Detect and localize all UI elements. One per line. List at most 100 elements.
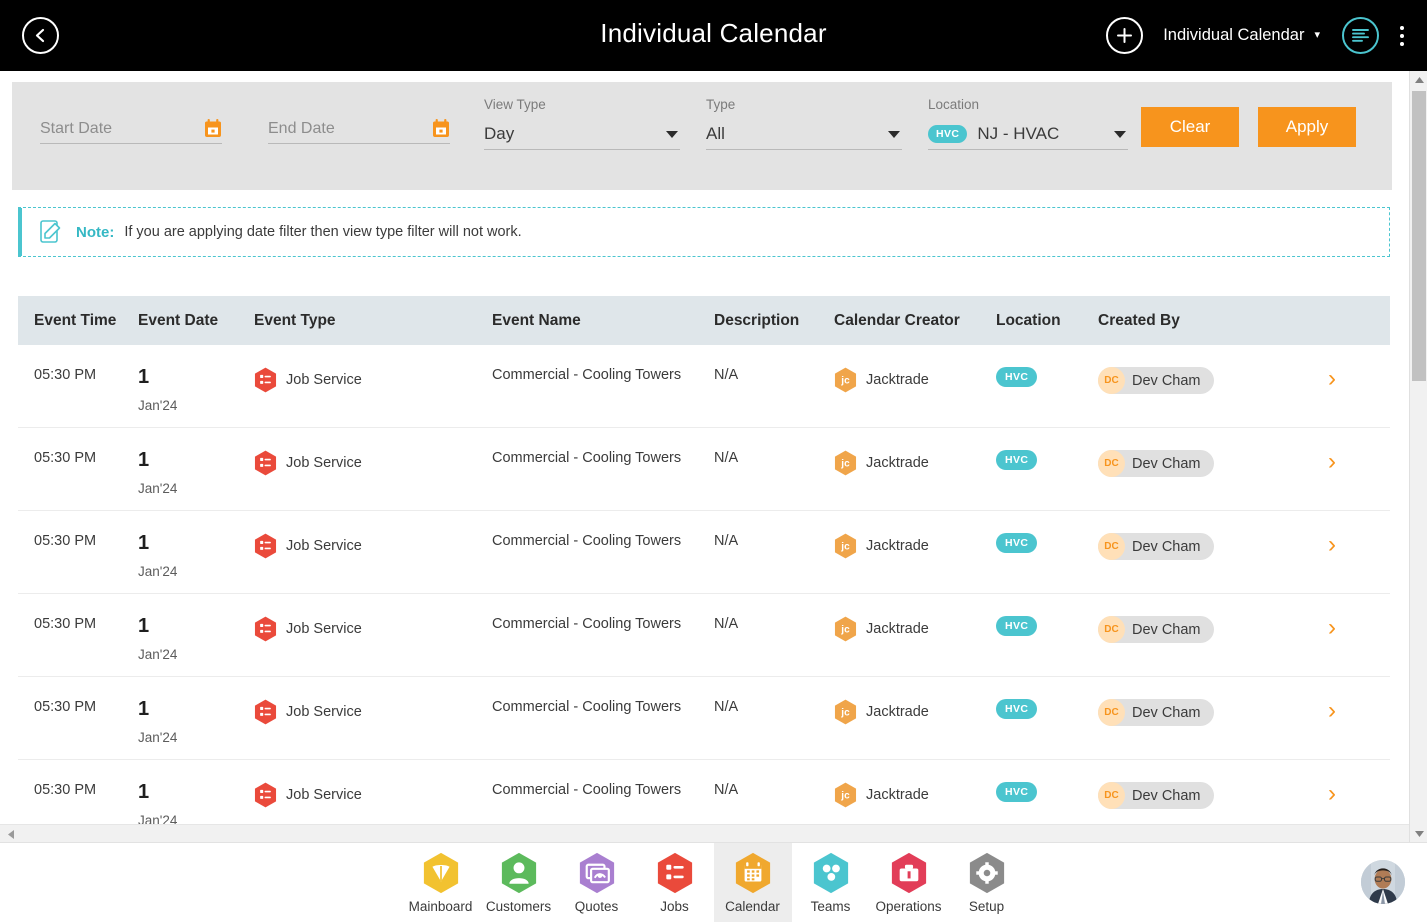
- created-by-chip: DC Dev Cham: [1098, 782, 1214, 809]
- event-type-label: Job Service: [286, 372, 362, 388]
- column-header-calendar-creator: Calendar Creator: [834, 311, 960, 329]
- cell-event-type: Job Service: [254, 760, 492, 808]
- start-date-field[interactable]: Start Date: [40, 114, 222, 144]
- created-by-initials: DC: [1098, 782, 1125, 809]
- calendar-selector-dropdown[interactable]: Individual Calendar ▾: [1163, 26, 1320, 45]
- cell-location: HVC: [996, 428, 1098, 470]
- scroll-up-button[interactable]: [1410, 71, 1427, 89]
- nav-item-label: Quotes: [574, 898, 619, 914]
- nav-item-operations[interactable]: Operations: [870, 843, 948, 922]
- cell-location: HVC: [996, 594, 1098, 636]
- nav-item-label: Calendar: [725, 898, 780, 914]
- table-row[interactable]: 05:30 PM 1 Jan'24 Job Service Commercial - C…: [18, 511, 1390, 594]
- table-row[interactable]: 05:30 PM 1 Jan'24 Job Service Commercial - C…: [18, 677, 1390, 760]
- event-date-month: Jan'24: [138, 730, 178, 745]
- filter-panel: Start Date End Date View Type Day Type A…: [12, 82, 1392, 190]
- row-expand-button[interactable]: ›: [1328, 511, 1390, 557]
- cell-created-by: DC Dev Cham: [1098, 760, 1328, 809]
- jacktrade-hex-icon: jc: [834, 616, 857, 642]
- jacktrade-hex-icon: jc: [834, 533, 857, 559]
- creator-label: Jacktrade: [866, 455, 929, 471]
- svg-text:jc: jc: [840, 707, 850, 718]
- table-row[interactable]: 05:30 PM 1 Jan'24 Job Service Commercial - C…: [18, 345, 1390, 428]
- avatar[interactable]: [1361, 860, 1405, 904]
- vertical-scrollbar-thumb[interactable]: [1412, 91, 1426, 381]
- created-by-name: Dev Cham: [1132, 704, 1201, 721]
- event-type-label: Job Service: [286, 621, 362, 637]
- caret-up-icon: [1414, 76, 1424, 83]
- nav-item-label: Setup: [968, 898, 1005, 914]
- scroll-left-button[interactable]: [2, 825, 20, 843]
- nav-item-teams[interactable]: Teams: [792, 843, 870, 922]
- location-pill: HVC: [996, 616, 1038, 636]
- cell-event-date: 1 Jan'24: [138, 760, 254, 828]
- creator-label: Jacktrade: [866, 704, 929, 720]
- location-select[interactable]: Location HVC NJ - HVAC: [928, 98, 1128, 150]
- apply-button[interactable]: Apply: [1258, 107, 1356, 147]
- cell-event-name: Commercial - Cooling Towers: [492, 782, 682, 798]
- location-pill: HVC: [996, 699, 1038, 719]
- add-button[interactable]: [1106, 17, 1144, 54]
- cell-description: N/A: [714, 533, 739, 549]
- table-row[interactable]: 05:30 PM 1 Jan'24 Job Service Commercial - C…: [18, 428, 1390, 511]
- event-date-day: 1: [138, 532, 150, 554]
- row-expand-button[interactable]: ›: [1328, 677, 1390, 723]
- operations-hex-icon: [890, 852, 928, 894]
- type-value: All: [706, 124, 725, 143]
- row-expand-button[interactable]: ›: [1328, 428, 1390, 474]
- nav-item-label: Operations: [875, 898, 942, 914]
- clear-button[interactable]: Clear: [1141, 107, 1239, 147]
- row-expand-button[interactable]: ›: [1328, 594, 1390, 640]
- cell-event-time: 05:30 PM: [34, 533, 97, 549]
- row-expand-button[interactable]: ›: [1328, 345, 1390, 391]
- location-pill: HVC: [996, 367, 1038, 387]
- cell-event-type: Job Service: [254, 677, 492, 725]
- nav-item-setup[interactable]: Setup: [948, 843, 1026, 922]
- created-by-name: Dev Cham: [1132, 621, 1201, 638]
- column-header-event-type: Event Type: [254, 311, 336, 329]
- vertical-scrollbar[interactable]: [1409, 71, 1427, 842]
- cell-event-date: 1 Jan'24: [138, 677, 254, 745]
- nav-item-mainboard[interactable]: Mainboard: [402, 843, 480, 922]
- calendar-icon[interactable]: [432, 119, 450, 138]
- more-options-button[interactable]: [1391, 17, 1413, 54]
- scroll-down-button[interactable]: [1410, 824, 1427, 842]
- created-by-name: Dev Cham: [1132, 372, 1201, 389]
- location-value: NJ - HVAC: [977, 124, 1060, 143]
- cell-description: N/A: [714, 367, 739, 383]
- nav-item-calendar[interactable]: Calendar: [713, 842, 792, 922]
- created-by-name: Dev Cham: [1132, 787, 1201, 804]
- event-date-day: 1: [138, 449, 150, 471]
- column-header-location: Location: [996, 311, 1061, 329]
- bottom-navigation: Mainboard Customers Quotes Jobs Calendar Team…: [0, 842, 1427, 922]
- end-date-label: End Date: [268, 119, 335, 137]
- cell-event-date: 1 Jan'24: [138, 428, 254, 496]
- nav-item-label: Mainboard: [408, 898, 473, 914]
- location-badge: HVC: [928, 125, 968, 143]
- nav-item-jobs[interactable]: Jobs: [636, 843, 714, 922]
- location-pill: HVC: [996, 533, 1038, 553]
- calendar-icon[interactable]: [204, 119, 222, 138]
- table-row[interactable]: 05:30 PM 1 Jan'24 Job Service Commercial - C…: [18, 594, 1390, 677]
- chevron-down-icon: ▾: [1314, 29, 1320, 41]
- horizontal-scrollbar[interactable]: [0, 824, 1409, 842]
- cell-calendar-creator: jc Jacktrade: [834, 677, 996, 725]
- type-select[interactable]: Type All: [706, 98, 902, 150]
- nav-item-quotes[interactable]: Quotes: [558, 843, 636, 922]
- end-date-field[interactable]: End Date: [268, 114, 450, 144]
- cell-calendar-creator: jc Jacktrade: [834, 511, 996, 559]
- nav-item-customers[interactable]: Customers: [480, 843, 558, 922]
- event-type-label: Job Service: [286, 787, 362, 803]
- nav-item-label: Teams: [810, 898, 851, 914]
- event-date-day: 1: [138, 781, 150, 803]
- list-menu-button[interactable]: [1342, 17, 1379, 54]
- calendar-hex-icon: [734, 852, 772, 894]
- row-expand-button[interactable]: ›: [1328, 760, 1390, 806]
- cell-event-date: 1 Jan'24: [138, 345, 254, 413]
- more-vertical-icon: [1400, 33, 1404, 38]
- nav-item-label: Jobs: [660, 898, 689, 914]
- created-by-initials: DC: [1098, 367, 1125, 394]
- created-by-chip: DC Dev Cham: [1098, 533, 1214, 560]
- view-type-select[interactable]: View Type Day: [484, 98, 680, 150]
- quotes-hex-icon: [578, 852, 616, 894]
